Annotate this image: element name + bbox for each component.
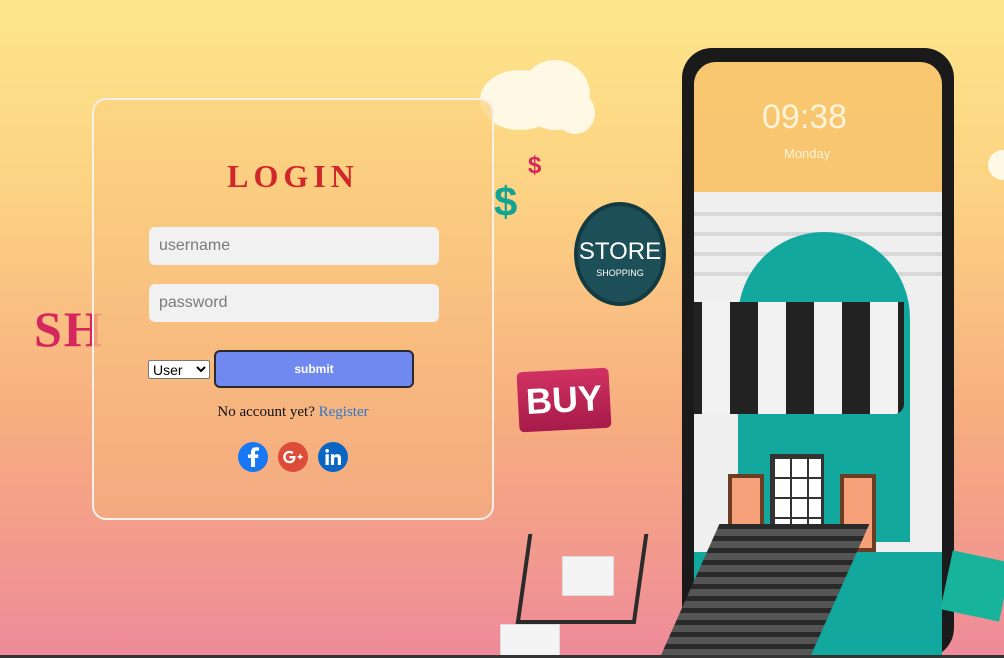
- box-decoration: [500, 624, 560, 658]
- cloud-decoration: [988, 150, 1004, 180]
- box-decoration: [562, 556, 614, 596]
- submit-button[interactable]: submit: [214, 350, 414, 388]
- login-panel: LOGIN User submit No account yet? Regist…: [92, 98, 494, 520]
- store-sign-title: STORE: [578, 238, 662, 265]
- building-stripe: [694, 212, 942, 216]
- dollar-icon: $: [494, 178, 518, 225]
- role-select[interactable]: User: [148, 360, 210, 379]
- phone-day: Monday: [784, 146, 831, 161]
- store-sign-subtitle: SHOPPING: [596, 268, 644, 278]
- username-input[interactable]: [149, 227, 439, 265]
- phone-illustration: 09:38 Monday: [652, 48, 954, 658]
- password-input[interactable]: [149, 284, 439, 322]
- no-account-text: No account yet?: [217, 404, 315, 420]
- login-title: LOGIN: [227, 158, 359, 194]
- register-link[interactable]: Register: [319, 404, 369, 420]
- linkedin-icon[interactable]: [318, 442, 348, 472]
- google-plus-icon[interactable]: [278, 442, 308, 472]
- social-login-row: [94, 442, 492, 472]
- cloud-decoration: [555, 92, 595, 134]
- phone-clock: 09:38: [762, 98, 848, 136]
- facebook-icon[interactable]: [238, 442, 268, 472]
- register-prompt: No account yet? Register: [94, 404, 492, 421]
- striped-awning: [694, 302, 904, 414]
- card-decoration: [940, 550, 1004, 622]
- store-sign: STORE SHOPPING: [574, 202, 666, 306]
- dollar-icon: $: [528, 152, 542, 179]
- buy-sign: BUY: [516, 367, 612, 433]
